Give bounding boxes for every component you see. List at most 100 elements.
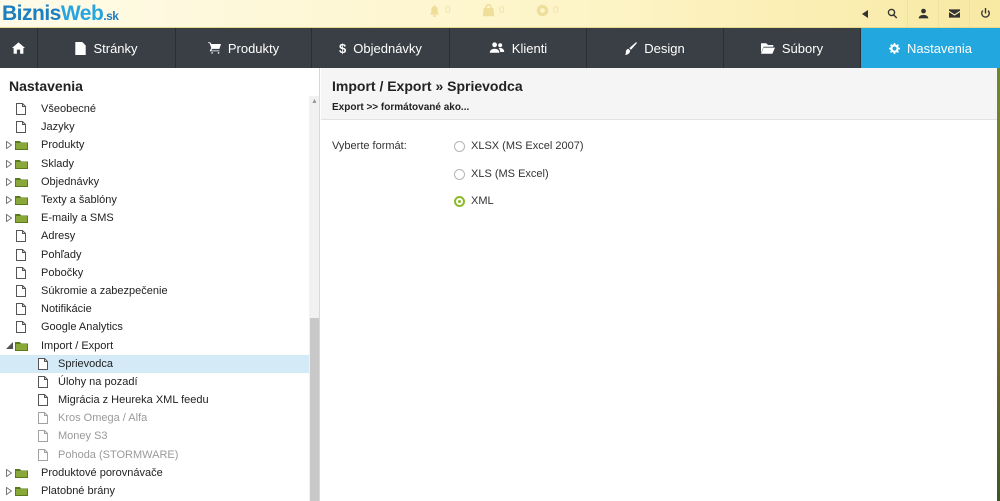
sidebar-item-label: Import / Export (41, 339, 114, 352)
format-option-xlsx[interactable]: XLSX (MS Excel 2007) (454, 140, 584, 152)
sidebar-item-14[interactable]: Sprievodca (0, 354, 309, 373)
sidebar-item-21[interactable]: Platobné brány (0, 482, 309, 500)
user-icon (918, 8, 928, 19)
search-icon (887, 8, 897, 19)
brand-logo-part1: Biznis (2, 2, 61, 25)
sidebar-item-9[interactable]: Pobočky (0, 264, 309, 282)
user-button[interactable] (907, 0, 938, 27)
page-icon (38, 430, 48, 443)
sidebar-item-2[interactable]: Produkty (0, 136, 309, 154)
folder-icon (15, 468, 28, 478)
page-title: Import / Export » Sprievodca (332, 78, 523, 94)
folder-icon (15, 468, 28, 478)
sidebar-item-5[interactable]: Texty a šablóny (0, 191, 309, 209)
expanded-arrow-icon[interactable] (5, 342, 13, 350)
collapsed-arrow-icon[interactable] (5, 159, 13, 168)
nav-files[interactable]: Súbory (724, 28, 861, 68)
sidebar-item-label: Notifikácie (41, 303, 92, 316)
collapsed-arrow-icon[interactable] (5, 196, 13, 205)
nav-products-label: Produkty (227, 40, 280, 56)
sidebar-item-4[interactable]: Objednávky (0, 173, 309, 191)
orders-count: 0 (499, 5, 505, 16)
format-option-xls[interactable]: XLS (MS Excel) (454, 168, 549, 180)
sidebar-item-label: Sklady (41, 157, 75, 170)
page-icon (16, 266, 26, 279)
sidebar-item-0[interactable]: Všeobecné (0, 100, 309, 118)
nav-clients[interactable]: Klienti (450, 28, 587, 68)
main-navigation: Stránky Produkty $ Objednávky Klienti De… (0, 28, 1000, 68)
users-icon (489, 42, 504, 53)
sidebar-item-label: Platobné brány (41, 485, 115, 498)
sidebar-item-label: Súkromie a zabezpečenie (41, 284, 168, 297)
nav-pages[interactable]: Stránky (38, 28, 176, 68)
notification-support[interactable]: 0 (536, 4, 559, 17)
folder-icon (15, 486, 28, 497)
sidebar-item-12[interactable]: Google Analytics (0, 318, 309, 336)
collapsed-arrow-icon[interactable] (5, 177, 13, 186)
sidebar-item-label: Produktové porovnávače (41, 466, 163, 479)
format-option-xlsx-label: XLSX (MS Excel 2007) (471, 140, 584, 152)
sidebar-item-15[interactable]: Úlohy na pozadí (0, 373, 309, 391)
sidebar-item-label: Úlohy na pozadí (58, 375, 138, 388)
nav-home[interactable] (0, 28, 38, 68)
logout-button[interactable] (969, 0, 1000, 27)
sidebar-item-label: Pobočky (41, 266, 84, 279)
sidebar-item-6[interactable]: E-maily a SMS (0, 209, 309, 227)
support-count: 0 (553, 5, 559, 16)
mail-icon (948, 9, 960, 18)
sidebar-item-7[interactable]: Adresy (0, 227, 309, 245)
nav-design[interactable]: Design (587, 28, 724, 68)
page-icon (16, 248, 26, 261)
notification-orders[interactable]: 0 (482, 4, 505, 17)
page-icon (16, 121, 26, 134)
collapse-arrow-icon (861, 9, 868, 18)
page-icon (38, 448, 48, 461)
sidebar-item-label: Sprievodca (58, 357, 114, 370)
sidebar-item-8[interactable]: Pohľady (0, 246, 309, 264)
main-content: Import / Export » Sprievodca Export >> f… (321, 68, 1000, 501)
sidebar-item-3[interactable]: Sklady (0, 155, 309, 173)
format-option-xml[interactable]: XML (454, 195, 494, 207)
format-option-xml-label: XML (471, 195, 494, 207)
format-label: Vyberte formát: (332, 140, 407, 152)
folder-icon (15, 341, 28, 351)
radio-xml[interactable] (454, 195, 465, 207)
page-icon (38, 448, 48, 461)
sidebar-item-18[interactable]: Money S3 (0, 427, 309, 445)
folder-icon (15, 341, 28, 351)
search-button[interactable] (877, 0, 907, 27)
radio-xls[interactable] (454, 168, 465, 180)
nav-products[interactable]: Produkty (176, 28, 312, 68)
collapsed-arrow-icon[interactable] (5, 468, 13, 477)
folder-icon (15, 159, 28, 169)
sidebar-scroll-thumb[interactable] (310, 318, 319, 501)
sidebar-item-11[interactable]: Notifikácie (0, 300, 309, 318)
sidebar-item-17[interactable]: Kros Omega / Alfa (0, 409, 309, 427)
radio-xlsx[interactable] (454, 140, 465, 152)
collapse-button[interactable] (853, 0, 877, 27)
messages-button[interactable] (938, 0, 969, 27)
nav-settings-label: Nastavenia (906, 40, 973, 56)
sidebar-item-10[interactable]: Súkromie a zabezpečenie (0, 282, 309, 300)
scroll-up-arrow-icon[interactable]: ▲ (310, 97, 319, 106)
bag-icon (482, 4, 495, 17)
sidebar-item-13[interactable]: Import / Export (0, 336, 309, 354)
settings-tree: Všeobecné Jazyky Produkty Sklady Objednávky T… (0, 100, 309, 500)
sidebar-item-20[interactable]: Produktové porovnávače (0, 464, 309, 482)
nav-settings[interactable]: Nastavenia (861, 28, 1000, 68)
page-icon (16, 103, 26, 116)
page-icon (75, 41, 87, 55)
brand-logo[interactable]: BiznisWeb.sk (2, 2, 119, 26)
page-icon (16, 103, 26, 116)
brand-logo-part3: .sk (103, 9, 119, 23)
sidebar-item-16[interactable]: Migrácia z Heureka XML feedu (0, 391, 309, 409)
sidebar-item-label: Pohľady (41, 248, 82, 261)
notification-bell[interactable]: 0 (428, 4, 451, 17)
nav-orders[interactable]: $ Objednávky (312, 28, 450, 68)
page-icon (38, 430, 48, 443)
sidebar-item-19[interactable]: Pohoda (STORMWARE) (0, 446, 309, 464)
collapsed-arrow-icon[interactable] (5, 214, 13, 223)
collapsed-arrow-icon[interactable] (5, 487, 13, 496)
sidebar-item-1[interactable]: Jazyky (0, 118, 309, 136)
collapsed-arrow-icon[interactable] (5, 141, 13, 150)
